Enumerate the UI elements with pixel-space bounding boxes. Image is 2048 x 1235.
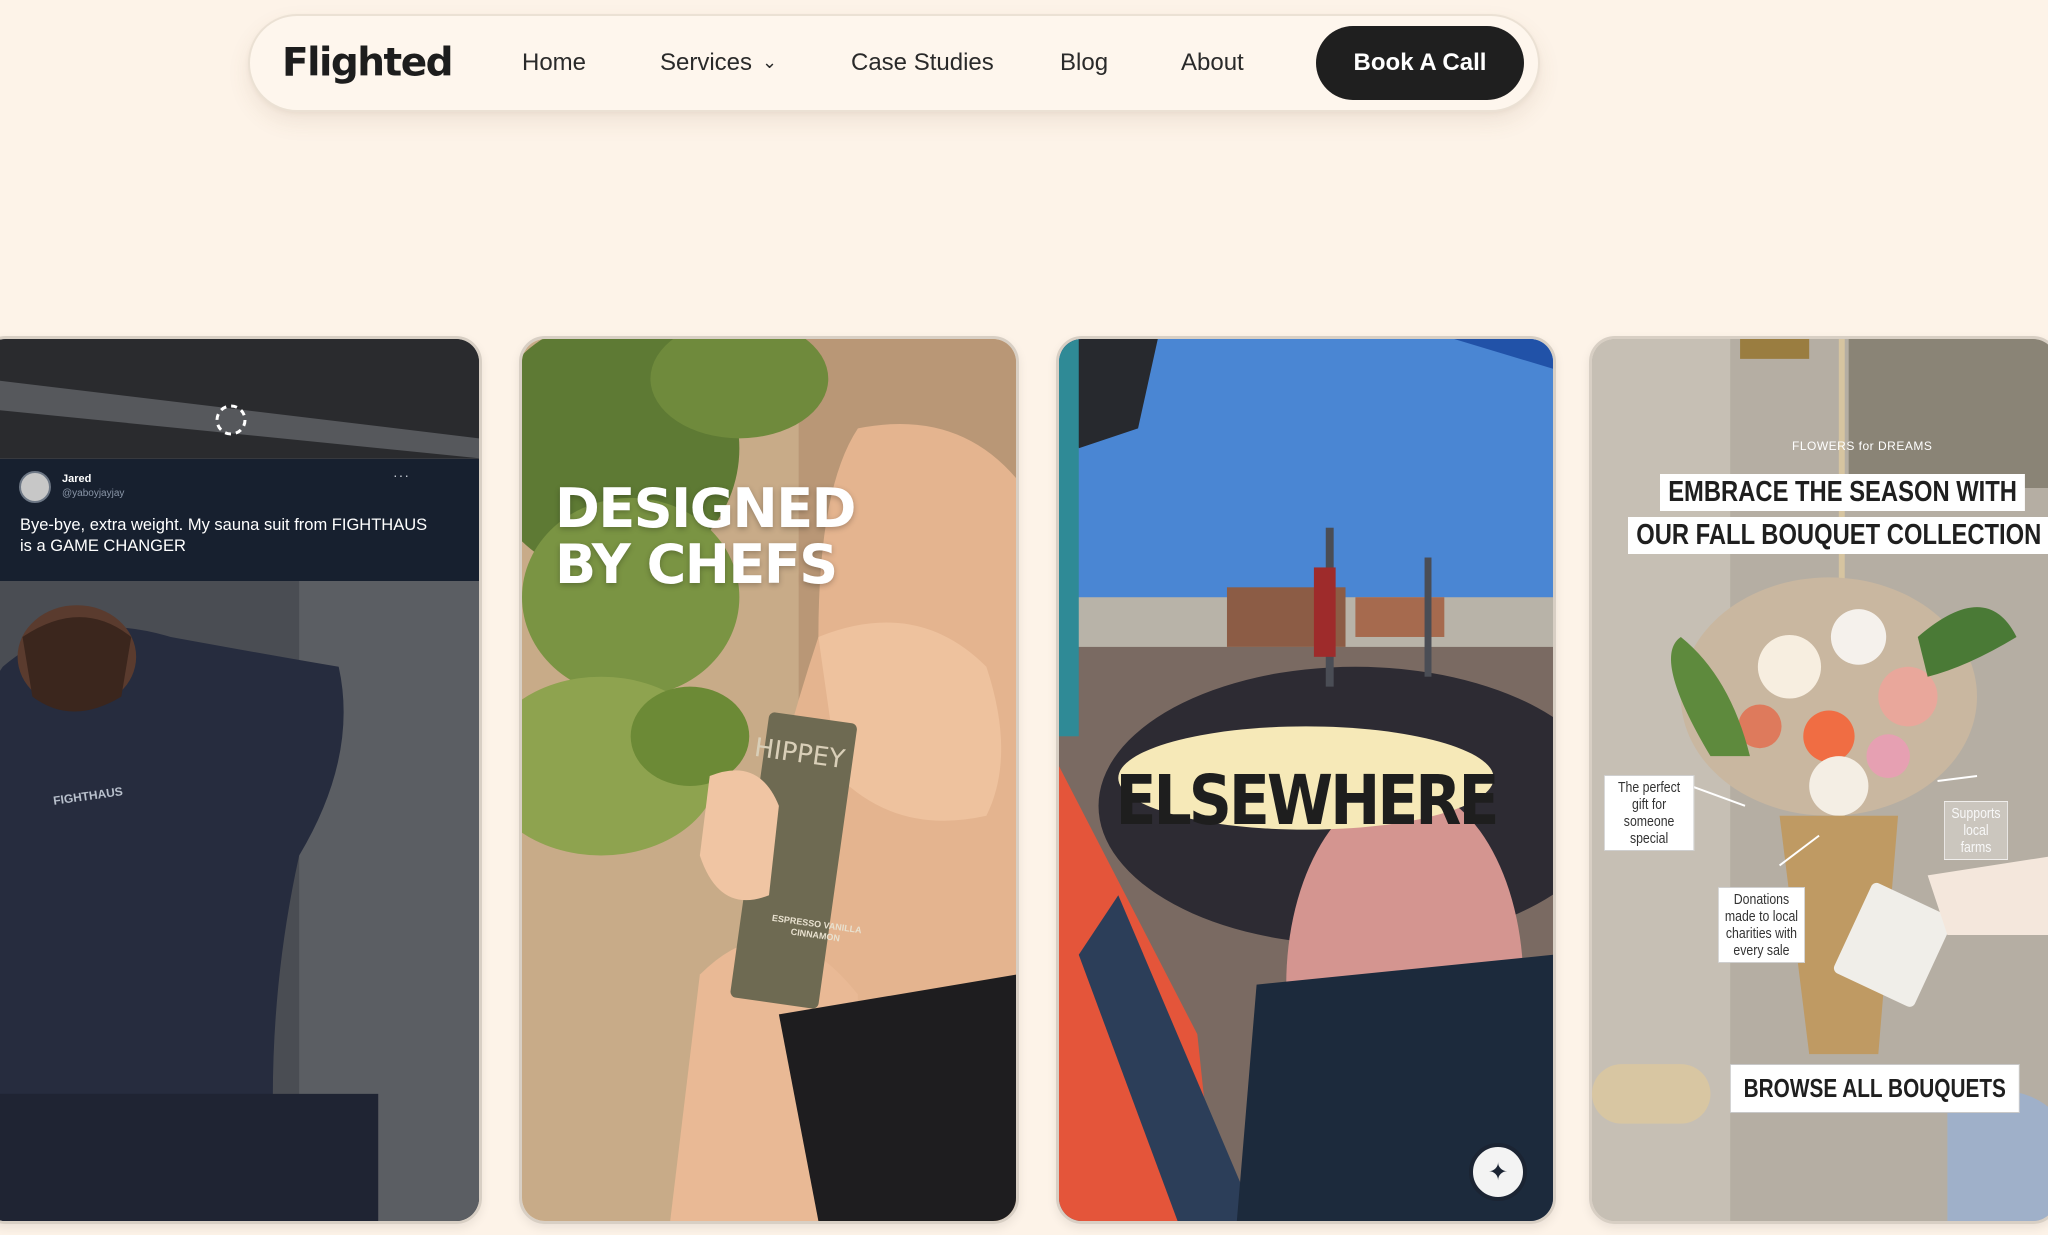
tweet-author-name: Jared	[62, 473, 92, 485]
case-card-elsewhere[interactable]: ELSEWHERE ✦	[1056, 336, 1556, 1224]
ad-headline-line1: DESIGNED	[555, 477, 856, 540]
more-options-icon: ···	[393, 467, 410, 483]
nav-link-case-studies[interactable]: Case Studies	[851, 49, 994, 77]
nav-link-services[interactable]: Services ⌄	[660, 49, 777, 77]
loading-spinner-icon	[215, 404, 247, 436]
callout-farms: Supports local farms	[1944, 801, 2008, 860]
tweet-text: Bye-bye, extra weight. My sauna suit fro…	[20, 516, 428, 555]
nav-link-home[interactable]: Home	[522, 49, 586, 77]
ad-headline: DESIGNED BY CHEFS	[555, 477, 856, 596]
avatar	[19, 471, 51, 503]
promo-banner-line1: EMBRACE THE SEASON WITH	[1660, 474, 2026, 511]
book-a-call-button[interactable]: Book A Call	[1316, 26, 1524, 100]
promo-banner-line2: OUR FALL BOUQUET COLLECTION	[1628, 517, 2048, 554]
callout-donations: Donations made to local charities with e…	[1718, 887, 1805, 963]
chevron-down-icon: ⌄	[762, 52, 778, 72]
browse-bouquets-button[interactable]: BROWSE ALL BOUQUETS	[1730, 1064, 2020, 1113]
brand-emblem-icon: ✦	[1469, 1143, 1527, 1201]
case-card-fighthaus[interactable]: Jared @yaboyjayjay ··· Bye-bye, extra we…	[0, 336, 482, 1224]
nav-link-about[interactable]: About	[1181, 49, 1244, 77]
nav-link-services-label: Services	[660, 49, 753, 76]
callout-gift: The perfect gift for someone special	[1604, 775, 1695, 851]
nav-link-blog[interactable]: Blog	[1060, 49, 1108, 77]
chef-bar-photo	[522, 339, 1016, 1221]
flowers-brand-logo: FLOWERS for DREAMS	[1792, 439, 1933, 453]
ad-headline-line2: BY CHEFS	[555, 533, 838, 596]
case-card-flowers-for-dreams[interactable]: FLOWERS for DREAMS EMBRACE THE SEASON WI…	[1589, 336, 2048, 1224]
brand-logo[interactable]: Flighted	[282, 41, 454, 86]
top-navigation: Flighted Home Services ⌄ Case Studies Blo…	[248, 14, 1540, 112]
tweet-author-handle: @yaboyjayjay	[62, 488, 125, 499]
tweet-overlay: Jared @yaboyjayjay ··· Bye-bye, extra we…	[0, 459, 479, 581]
case-card-designed-by-chefs[interactable]: DESIGNED BY CHEFS HIPPEY ESPRESSO VANILL…	[519, 336, 1019, 1224]
elsewhere-logo-text: ELSEWHERE	[1115, 760, 1500, 842]
